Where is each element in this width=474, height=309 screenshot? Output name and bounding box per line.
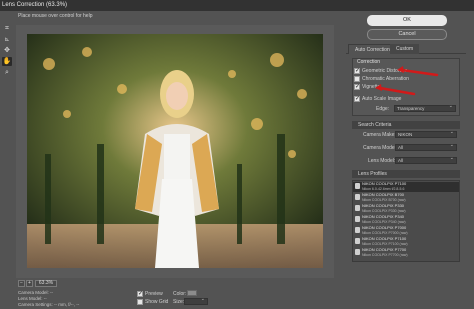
camera-profile-icon [355,238,360,244]
lens-model-dropdown[interactable]: All [395,156,457,164]
edge-label: Edge: [376,106,390,112]
list-item[interactable]: NIKON COOLPIX P330 Nikon COOLPIX P330 (r… [353,204,459,214]
camera-profile-icon [355,194,360,200]
lens-model-label: Lens Model: [368,158,396,164]
camera-model-label: Camera Model: [363,145,398,151]
window-title: Lens Correction (63.3%) [0,0,474,11]
camera-profile-icon [355,216,360,222]
camera-make-label: Camera Make: [363,132,396,138]
grid-color-label: Color: [173,291,187,297]
camera-model-dropdown[interactable]: All [395,143,457,151]
vignette-label: Vignette [362,84,381,90]
lens-model-info: Lens Model: -- [18,296,47,301]
auto-scale-checkbox[interactable] [354,95,360,102]
lens-profile-list[interactable]: NIKON COOLPIX P7100 Nikon 6.0-42.6mm f/2… [352,180,460,262]
preview-photo[interactable] [27,34,323,268]
list-item[interactable]: NIKON COOLPIX P340 Nikon COOLPIX P340 (r… [353,215,459,225]
camera-profile-icon [355,183,360,189]
camera-profile-icon [355,227,360,233]
list-item[interactable]: NIKON COOLPIX B700 Nikon COOLPIX B700 (r… [353,193,459,203]
grid-size-label: Size: [173,299,185,305]
zoom-out-button[interactable]: − [18,280,25,287]
zoom-tool-icon[interactable]: ⌕ [2,68,12,77]
edge-dropdown[interactable]: Transparency [394,104,456,112]
geometric-distortion-label: Geometric Distortion [362,68,408,74]
grid-size-dropdown[interactable] [184,297,208,305]
hand-tool-icon[interactable]: ✋ [2,57,12,66]
camera-settings-info: Camera Settings: -- mm, f/--, -- [18,302,80,307]
camera-make-dropdown[interactable]: NIKON [395,130,457,138]
tab-custom[interactable]: Custom [390,44,420,54]
list-item[interactable]: NIKON COOLPIX P7700 Nikon COOLPIX P7700 … [353,248,459,258]
grid-color-swatch[interactable] [187,290,197,296]
lens-profiles-heading: Lens Profiles [352,170,460,178]
tool-strip: ⌗ ⦝ ✥ ✋ ⌕ [0,22,14,282]
remove-distortion-tool-icon[interactable]: ⌗ [2,24,12,33]
list-item[interactable]: NIKON COOLPIX P7100 Nikon COOLPIX P7100 … [353,237,459,247]
zoom-in-button[interactable]: + [26,280,33,287]
photo-illustration [27,34,323,268]
camera-model-info: Camera Model: -- [18,290,54,295]
vignette-checkbox[interactable] [354,83,360,90]
zoom-level[interactable]: 63.3% [35,280,57,287]
cancel-button[interactable]: Cancel [367,29,447,40]
camera-profile-icon [355,249,360,255]
preview-label: Preview [145,291,163,297]
chromatic-aberration-checkbox[interactable] [354,76,360,82]
straighten-tool-icon[interactable]: ⦝ [2,35,12,44]
move-grid-tool-icon[interactable]: ✥ [2,46,12,55]
chromatic-aberration-label: Chromatic Aberration [362,76,409,82]
list-item[interactable]: NIKON COOLPIX P7100 Nikon 6.0-42.6mm f/2… [353,182,459,192]
list-item[interactable]: NIKON COOLPIX P7000 Nikon COOLPIX P7000 … [353,226,459,236]
auto-scale-label: Auto Scale Image [362,96,402,102]
camera-profile-icon [355,205,360,211]
geometric-distortion-checkbox[interactable] [354,67,360,74]
correction-heading: Correction [357,59,381,65]
preview-checkbox[interactable] [137,290,143,297]
show-grid-checkbox[interactable] [137,299,143,305]
help-hint: Place mouse over control for help [18,13,93,19]
correction-tabs: Auto Correction Custom [346,44,466,54]
lens-correction-window: Lens Correction (63.3%) Place mouse over… [0,0,474,309]
ok-button[interactable]: OK [367,15,447,26]
show-grid-label: Show Grid [145,299,169,305]
search-criteria-heading: Search Criteria [352,121,460,129]
